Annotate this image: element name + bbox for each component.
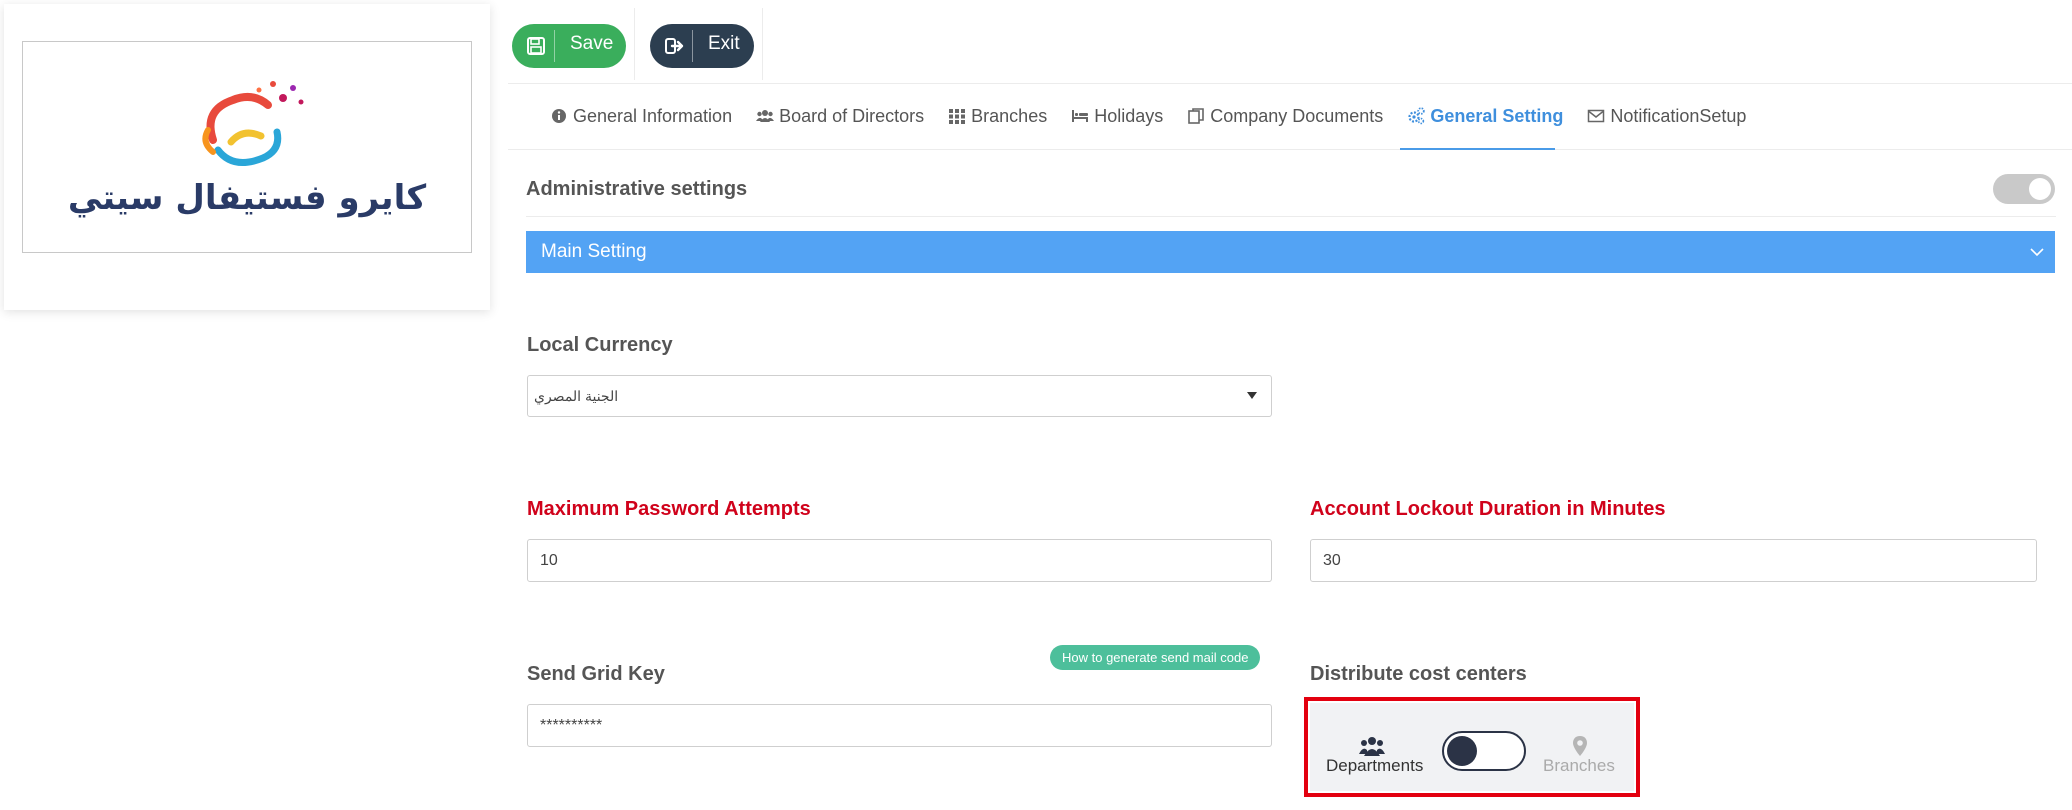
tab-board-of-directors[interactable]: Board of Directors [756, 100, 924, 132]
toolbar-border [508, 83, 2072, 84]
max-password-attempts-input[interactable]: 10 [527, 539, 1272, 582]
chevron-down-icon [2030, 248, 2044, 257]
how-to-generate-mail-code-link[interactable]: How to generate send mail code [1050, 645, 1261, 670]
lockout-duration-label: Account Lockout Duration in Minutes [1310, 498, 1666, 520]
tab-general-information[interactable]: General Information [550, 100, 732, 132]
documents-icon [1188, 108, 1205, 124]
tabs-border [508, 149, 2072, 150]
button-separator [554, 30, 555, 62]
envelope-icon [1588, 109, 1605, 123]
distribute-cost-centers-label: Distribute cost centers [1310, 663, 1527, 685]
button-separator [692, 30, 693, 62]
save-button[interactable]: Save [512, 24, 626, 68]
tab-company-documents[interactable]: Company Documents [1187, 100, 1383, 132]
send-grid-key-value: ********** [540, 716, 603, 734]
sign-out-icon [665, 38, 684, 54]
toolbar-divider [634, 8, 635, 80]
send-grid-key-label: Send Grid Key [527, 663, 665, 685]
floppy-disk-icon [527, 37, 545, 55]
max-password-attempts-label: Maximum Password Attempts [527, 498, 811, 520]
save-label: Save [570, 33, 614, 54]
toggle-knob [2029, 178, 2051, 200]
exit-button[interactable]: Exit [650, 24, 754, 68]
main-setting-label: Main Setting [541, 241, 647, 262]
exit-label: Exit [708, 33, 740, 54]
lockout-duration-value: 30 [1323, 551, 1341, 569]
users-icon [756, 110, 775, 122]
logo-text: كايرو فستيفال سيتي [67, 178, 427, 218]
logo-graphic [202, 81, 304, 166]
select-arrow-icon [1247, 392, 1257, 399]
tab-notification-setup[interactable]: NotificationSetup [1587, 100, 1746, 132]
tab-label: General Information [573, 105, 733, 126]
tab-label: Holidays [1094, 105, 1164, 126]
administrative-settings-title: Administrative settings [526, 178, 748, 200]
local-currency-value: الجنية المصري [534, 388, 619, 404]
tab-label: Branches [971, 105, 1048, 126]
grid-icon [949, 109, 966, 124]
tab-label: NotificationSetup [1610, 105, 1747, 126]
tab-label: Board of Directors [779, 105, 925, 126]
active-tab-indicator [1400, 148, 1555, 150]
lockout-duration-input[interactable]: 30 [1310, 539, 2037, 582]
tab-label: Company Documents [1210, 105, 1384, 126]
settings-tabs: General Information Board of Directors B… [550, 100, 1770, 150]
toolbar-divider [762, 8, 763, 80]
send-grid-key-input[interactable]: ********** [527, 704, 1272, 747]
info-circle-icon [552, 109, 566, 123]
gears-icon [1408, 107, 1426, 125]
local-currency-label: Local Currency [527, 334, 673, 356]
tab-holidays[interactable]: Holidays [1071, 100, 1163, 132]
administrative-settings-toggle[interactable] [1993, 174, 2055, 204]
local-currency-select[interactable]: الجنية المصري [527, 375, 1272, 417]
section-divider [526, 216, 2056, 217]
company-logo[interactable]: كايرو فستيفال سيتي [22, 41, 472, 253]
tab-general-setting[interactable]: General Setting [1407, 100, 1563, 132]
max-password-attempts-value: 10 [540, 551, 558, 569]
tab-branches[interactable]: Branches [948, 100, 1047, 132]
tab-label: General Setting [1430, 105, 1564, 126]
bed-icon [1072, 110, 1089, 122]
main-setting-header[interactable]: Main Setting [526, 231, 2055, 273]
highlight-box [1304, 697, 1640, 797]
